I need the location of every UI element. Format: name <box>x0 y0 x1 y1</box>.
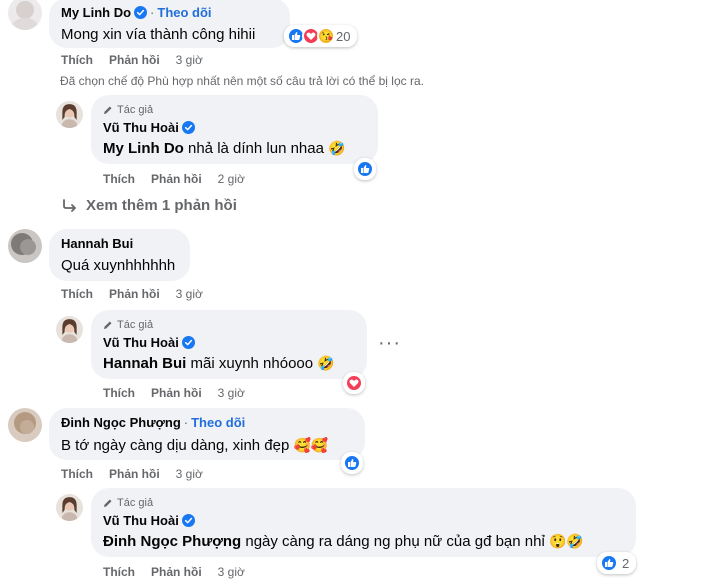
reply-button[interactable]: Phản hồi <box>151 172 202 186</box>
comment-actions: Thích Phản hồi 3 giờ <box>61 467 219 481</box>
view-more-replies-label: Xem thêm 1 phản hồi <box>86 197 237 214</box>
comment-text-body: B tớ ngày càng dịu dàng, xinh đẹp <box>61 437 294 454</box>
reactions-summary[interactable] <box>341 452 363 474</box>
comment-text: B tớ ngày càng dịu dàng, xinh đẹp 🥰🥰 <box>61 435 353 456</box>
reply-text-body: ngày càng ra dáng ng phụ nữ của gđ bạn n… <box>241 533 549 550</box>
reply-button[interactable]: Phản hồi <box>109 467 160 481</box>
follow-link[interactable]: Theo dõi <box>191 415 245 430</box>
reply-bubble: Tác giả Vũ Thu Hoài Đinh Ngọc Phượng ngà… <box>91 488 636 557</box>
reactions-summary[interactable]: 😘 20 <box>284 25 358 47</box>
comment-bubble: Hannah Bui Quá xuynhhhhhh <box>49 229 190 281</box>
pencil-icon <box>104 106 112 114</box>
avatar[interactable] <box>56 494 83 521</box>
reaction-count: 2 <box>622 555 630 571</box>
like-button[interactable]: Thích <box>61 467 93 481</box>
like-button[interactable]: Thích <box>103 386 135 400</box>
verified-icon <box>182 336 195 349</box>
commenter-name[interactable]: Đinh Ngọc Phượng <box>61 415 181 430</box>
comment-bubble: My Linh Do · Theo dõi Mong xin vía thành c… <box>49 0 290 48</box>
pencil-icon <box>104 499 112 507</box>
timestamp[interactable]: 3 giờ <box>176 467 203 481</box>
author-tag-label: Tác giả <box>117 497 154 509</box>
pencil-icon <box>104 321 112 329</box>
comment-text: Quá xuynhhhhhh <box>61 257 176 274</box>
filter-notice: Đã chọn chế độ Phù hợp nhất nên một số c… <box>60 74 424 88</box>
reply-actions: Thích Phản hồi 2 giờ <box>103 172 261 186</box>
timestamp[interactable]: 3 giờ <box>176 287 203 301</box>
reply-actions: Thích Phản hồi 3 giờ <box>103 565 261 579</box>
comment-actions: Thích Phản hồi 3 giờ <box>61 53 219 67</box>
reply-text-body: mãi xuynh nhóooo <box>186 355 318 372</box>
timestamp[interactable]: 3 giờ <box>218 565 245 579</box>
like-icon <box>343 454 361 472</box>
reply-text: Đinh Ngọc Phượng ngày càng ra dáng ng ph… <box>103 531 624 552</box>
reply-arrow-icon <box>63 198 76 212</box>
reactions-summary[interactable]: 2 <box>597 552 637 574</box>
follow-link[interactable]: Theo dõi <box>157 5 211 20</box>
separator-dot: · <box>150 5 155 20</box>
avatar[interactable] <box>56 316 83 343</box>
like-button[interactable]: Thích <box>103 565 135 579</box>
author-badge: Tác giả <box>103 496 624 510</box>
reply-actions: Thích Phản hồi 3 giờ <box>103 386 261 400</box>
mention-link[interactable]: Đinh Ngọc Phượng <box>103 533 241 550</box>
replier-name[interactable]: Vũ Thu Hoài <box>103 335 179 350</box>
love-icon <box>345 374 363 392</box>
reply-text: My Linh Do nhả là dính lun nhaa 🤣 <box>103 138 366 159</box>
emoji: 🥰🥰 <box>293 437 329 453</box>
reply-text: Hannah Bui mãi xuynh nhóooo 🤣 <box>103 353 355 374</box>
replier-name[interactable]: Vũ Thu Hoài <box>103 513 179 528</box>
verified-icon <box>182 514 195 527</box>
verified-icon <box>182 121 195 134</box>
reaction-count: 20 <box>336 28 351 44</box>
emoji: 🤣 <box>317 355 335 371</box>
comment-actions: Thích Phản hồi 3 giờ <box>61 287 219 301</box>
reply-button[interactable]: Phản hồi <box>109 287 160 301</box>
like-button[interactable]: Thích <box>61 53 93 67</box>
reactions-summary[interactable] <box>343 372 365 394</box>
reactions-summary[interactable] <box>354 158 376 180</box>
mention-link[interactable]: My Linh Do <box>103 140 184 157</box>
like-icon <box>600 554 618 572</box>
timestamp[interactable]: 3 giờ <box>218 386 245 400</box>
avatar[interactable] <box>8 408 42 442</box>
comment-text: Mong xin vía thành công hihii <box>61 26 256 43</box>
reply-text-body: nhả là dính lun nhaa <box>183 140 329 157</box>
like-icon <box>356 160 374 178</box>
reply-button[interactable]: Phản hồi <box>151 565 202 579</box>
comment-bubble: Đinh Ngọc Phượng · Theo dõi B tớ ngày càng… <box>49 408 365 460</box>
like-button[interactable]: Thích <box>61 287 93 301</box>
separator-dot: · <box>183 415 189 430</box>
author-tag-label: Tác giả <box>117 319 154 331</box>
author-badge: Tác giả <box>103 103 366 117</box>
haha-icon: 😘 <box>317 27 335 45</box>
reply-bubble: Tác giả Vũ Thu Hoài Hannah Bui mãi xuynh… <box>91 310 367 379</box>
replier-name[interactable]: Vũ Thu Hoài <box>103 120 179 135</box>
avatar[interactable] <box>56 101 83 128</box>
author-tag-label: Tác giả <box>117 104 154 116</box>
mention-link[interactable]: Hannah Bui <box>103 355 186 372</box>
commenter-name[interactable]: My Linh Do <box>61 5 131 20</box>
emoji: 🤣 <box>328 140 346 156</box>
like-button[interactable]: Thích <box>103 172 135 186</box>
avatar[interactable] <box>8 0 42 30</box>
reply-bubble: Tác giả Vũ Thu Hoài My Linh Do nhả là dí… <box>91 95 378 164</box>
emoji: 😲🤣 <box>548 533 584 549</box>
timestamp[interactable]: 3 giờ <box>176 53 203 67</box>
author-badge: Tác giả <box>103 318 355 332</box>
more-dots-icon[interactable]: ··· <box>378 332 401 355</box>
view-more-replies[interactable]: Xem thêm 1 phản hồi <box>62 197 237 214</box>
reply-button[interactable]: Phản hồi <box>109 53 160 67</box>
commenter-name[interactable]: Hannah Bui <box>61 235 178 252</box>
verified-icon <box>134 6 147 19</box>
avatar[interactable] <box>8 229 42 263</box>
reply-button[interactable]: Phản hồi <box>151 386 202 400</box>
timestamp[interactable]: 2 giờ <box>218 172 245 186</box>
